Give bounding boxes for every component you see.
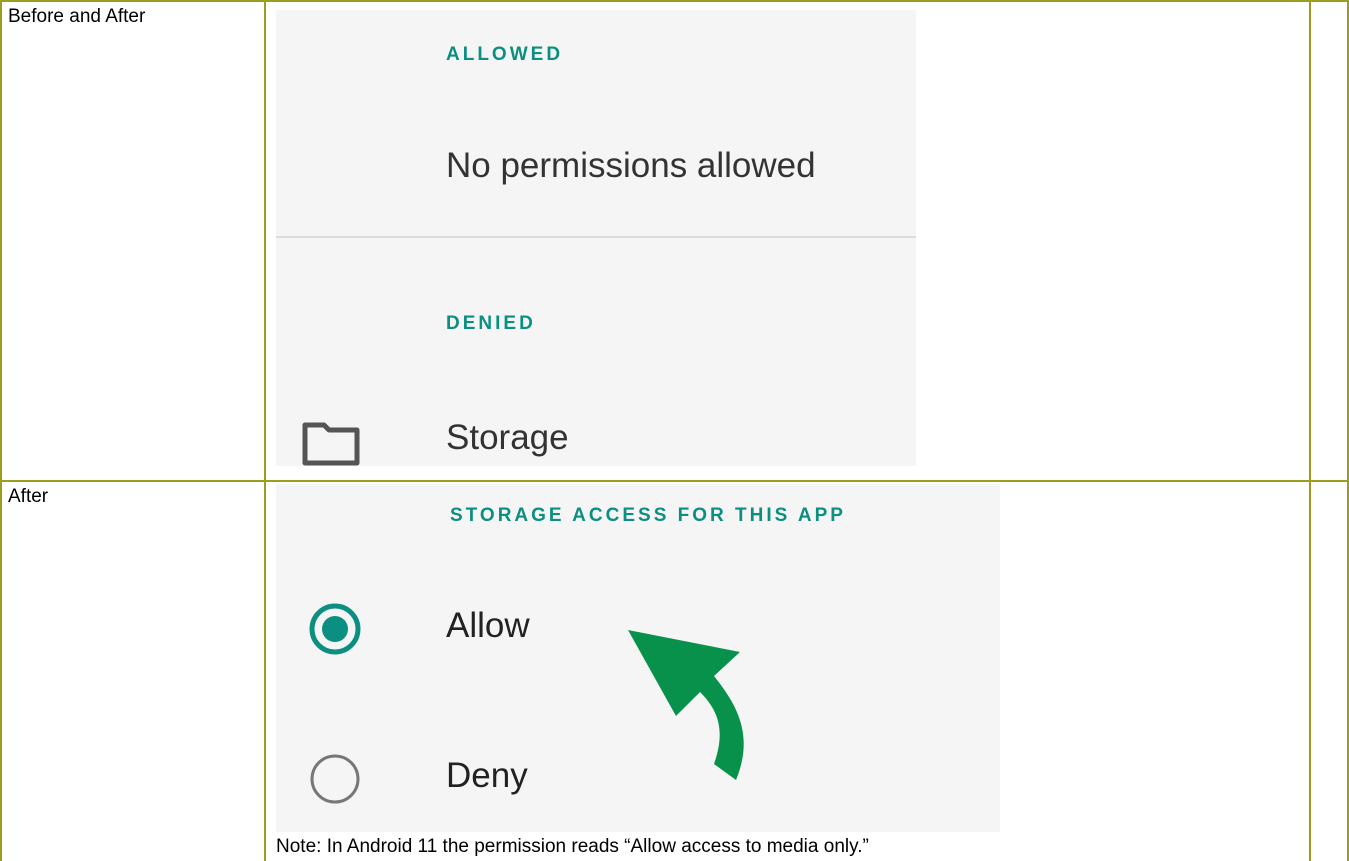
table-border-left [0, 0, 2, 861]
folder-icon [302, 422, 360, 466]
document-table: Before and After ALLOWED No permissions … [0, 0, 1349, 861]
table-border-col1 [264, 0, 266, 861]
permission-item-storage[interactable]: Storage [276, 400, 916, 466]
storage-access-header: STORAGE ACCESS FOR THIS APP [450, 505, 846, 526]
table-border-top [0, 0, 1349, 2]
allowed-header: ALLOWED [446, 44, 564, 65]
radio-selected-icon[interactable] [307, 601, 363, 662]
android-11-note: Note: In Android 11 the permission reads… [276, 836, 869, 857]
row-label-after: After [8, 486, 49, 507]
storage-label: Storage [446, 418, 569, 457]
deny-label: Deny [446, 756, 528, 795]
table-border-col2 [1309, 0, 1311, 861]
table-border-mid [0, 480, 1349, 482]
allow-label: Allow [446, 606, 530, 645]
denied-header: DENIED [446, 313, 536, 334]
radio-unselected-icon[interactable] [307, 751, 363, 812]
allowed-empty-text: No permissions allowed [446, 146, 816, 185]
storage-access-screenshot: STORAGE ACCESS FOR THIS APP Allow Deny [276, 484, 1000, 832]
section-divider [276, 236, 916, 238]
permissions-screenshot: ALLOWED No permissions allowed DENIED St… [276, 10, 916, 466]
row-label-before-after: Before and After [8, 6, 146, 27]
green-arrow-icon [616, 620, 756, 795]
